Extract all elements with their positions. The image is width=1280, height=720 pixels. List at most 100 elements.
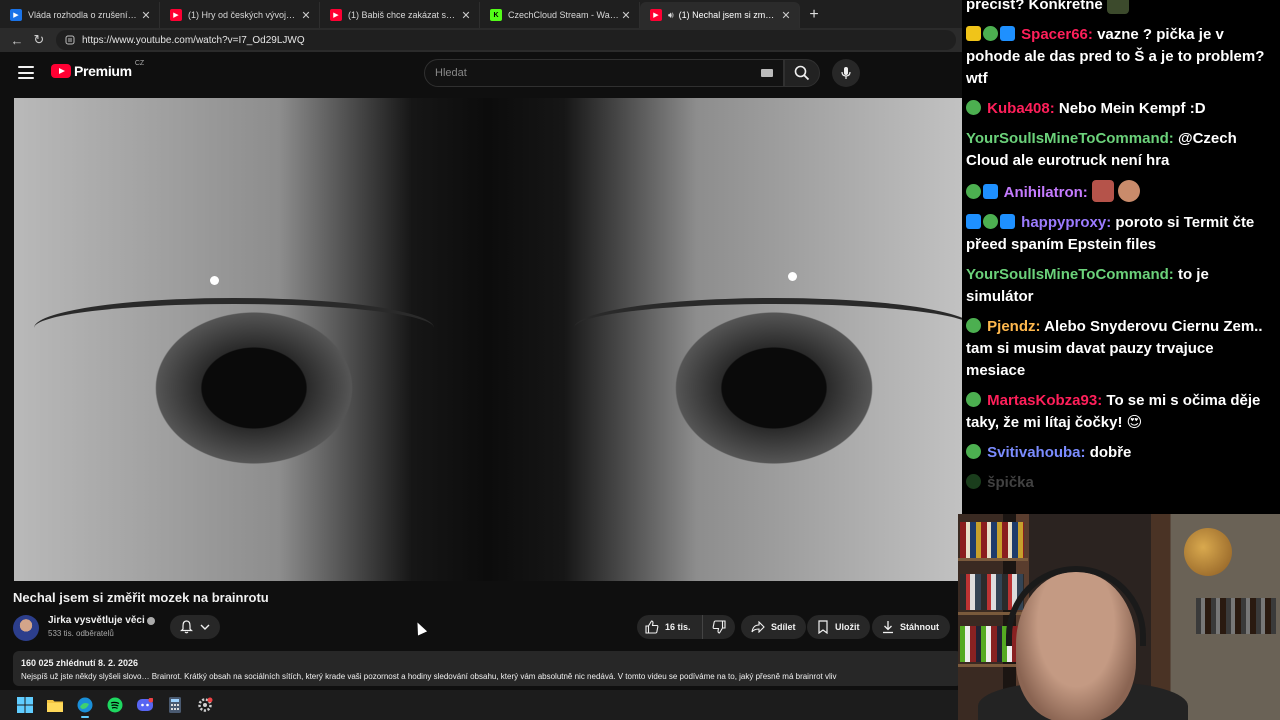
spotify-icon[interactable]	[100, 690, 130, 720]
channel-avatar[interactable]	[13, 615, 39, 641]
description-box[interactable]: 160 025 zhlédnutí 8. 2. 2026 Nejspíš už …	[13, 651, 962, 686]
subscribed-notifications-button[interactable]	[170, 615, 220, 639]
video-title: Nechal jsem si změřit mozek na brainrotu	[13, 590, 269, 605]
webcam-detail	[960, 522, 1024, 558]
browser-tab[interactable]: K CzechCloud Stream - Watch Live o ✕	[480, 2, 640, 28]
like-count: 16 tis.	[665, 622, 691, 632]
chevron-down-icon	[200, 624, 210, 630]
keyboard-icon[interactable]	[761, 69, 773, 77]
download-button[interactable]: Stáhnout	[872, 615, 950, 639]
dislike-button[interactable]	[703, 620, 735, 634]
file-explorer-icon[interactable]	[40, 690, 70, 720]
tab-close-icon[interactable]: ✕	[459, 9, 473, 22]
leaf-badge-icon	[966, 100, 981, 115]
tab-close-icon[interactable]: ✕	[619, 9, 633, 22]
bookmark-icon	[817, 620, 829, 634]
description-text: Nejspíš už jste někdy slyšeli slovo… Bra…	[21, 672, 837, 681]
share-icon	[751, 621, 765, 633]
search-placeholder: Hledat	[435, 67, 467, 79]
chat-username[interactable]: happyproxy	[1021, 214, 1106, 231]
chat-username[interactable]: Kuba408	[987, 100, 1050, 117]
thumbs-down-icon	[712, 620, 726, 634]
chat-username[interactable]: Svitivahouba	[987, 444, 1080, 461]
leaf-badge-icon	[966, 318, 981, 333]
browser-tab[interactable]: ▶ Vláda rozhodla o zrušení Národ ✕	[0, 2, 160, 28]
chat-message: Spacer66: vazne ? pička je v pohode ale …	[966, 26, 1265, 87]
chat-message: MartasKobza93: To se mi s očima děje tak…	[966, 392, 1261, 431]
search-button[interactable]	[784, 59, 820, 87]
emote-icon	[1117, 180, 1140, 202]
logo-text: Premium	[74, 63, 132, 79]
chat-message: Anihilatron:	[966, 180, 1274, 204]
chat-username[interactable]: Anihilatron	[1004, 184, 1083, 201]
tab-close-icon[interactable]: ✕	[299, 9, 313, 22]
bell-icon	[179, 620, 193, 634]
video-frame-detail	[788, 272, 797, 281]
video-frame-detail	[210, 276, 219, 285]
tab-favicon-icon: ▶	[650, 9, 662, 21]
leaf-badge-icon	[983, 26, 998, 41]
tab-title: (1) Nechal jsem si změřit moz	[678, 10, 779, 20]
settings-app-icon[interactable]	[190, 690, 220, 720]
search-input[interactable]: Hledat	[424, 59, 784, 87]
url-field[interactable]: https://www.youtube.com/watch?v=I7_Od29L…	[56, 30, 956, 50]
browser-tab-active[interactable]: ▶ 🔊︎ (1) Nechal jsem si změřit moz ✕	[640, 2, 800, 28]
video-frame-detail	[574, 298, 962, 358]
chat-username[interactable]: YourSoulIsMineToCommand	[966, 266, 1169, 283]
tab-audio-icon[interactable]: 🔊︎	[668, 10, 674, 21]
chat-username[interactable]: MartasKobza93	[987, 392, 1097, 409]
browser-tab[interactable]: ▶ (1) Babiš chce zakázat sociální sítě ✕	[320, 2, 480, 28]
calculator-icon[interactable]	[160, 690, 190, 720]
edge-browser-icon[interactable]	[70, 690, 100, 720]
discord-icon[interactable]	[130, 690, 160, 720]
views-and-date: 160 025 zhlédnutí 8. 2. 2026	[21, 658, 139, 668]
menu-icon[interactable]	[18, 66, 34, 79]
tab-title: CzechCloud Stream - Watch Live o	[508, 10, 619, 20]
chat-message-text: špička	[987, 474, 1034, 491]
new-tab-button[interactable]: +	[800, 2, 828, 28]
browser-tab[interactable]: ▶ (1) Hry od českých vývojářů dobyv ✕	[160, 2, 320, 28]
chat-username[interactable]: Pjendz	[987, 318, 1035, 335]
back-icon[interactable]: ←	[6, 30, 28, 50]
mouse-cursor-icon	[412, 620, 428, 636]
tab-title: (1) Babiš chce zakázat sociální sítě	[348, 10, 459, 20]
chat-message-text: dobře	[1089, 444, 1132, 461]
download-icon	[882, 620, 894, 634]
save-button[interactable]: Uložit	[807, 615, 870, 639]
address-bar: ← ↻ https://www.youtube.com/watch?v=I7_O…	[0, 28, 962, 52]
logo-country-code: CZ	[134, 59, 145, 67]
leaf-badge-icon	[966, 474, 981, 489]
reload-icon[interactable]: ↻	[28, 30, 50, 50]
chat-message: YourSoulIsMineToCommand: @Czech Cloud al…	[966, 130, 1237, 169]
voice-search-button[interactable]	[832, 59, 860, 87]
windows-taskbar	[0, 690, 962, 720]
youtube-play-icon	[51, 64, 71, 78]
streamer-webcam	[958, 514, 1280, 720]
search-icon	[794, 65, 810, 81]
webcam-detail	[1196, 598, 1276, 634]
site-info-icon[interactable]	[64, 34, 76, 46]
share-button[interactable]: Sdílet	[741, 615, 806, 639]
tab-title: Vláda rozhodla o zrušení Národ	[28, 10, 139, 20]
stream-chat-panel: precist? Konkretne Spacer66: vazne ? pič…	[962, 0, 1280, 514]
chat-username[interactable]: Spacer66	[1021, 26, 1088, 43]
webcam-detail	[1006, 566, 1146, 646]
chat-message: Svitivahouba: dobře	[966, 442, 1274, 464]
tab-favicon-icon: ▶	[170, 9, 182, 21]
url-text: https://www.youtube.com/watch?v=I7_Od29L…	[82, 34, 305, 46]
windows-start-icon[interactable]	[10, 690, 40, 720]
like-button[interactable]: 16 tis.	[637, 615, 703, 639]
emote-icon	[1091, 180, 1114, 202]
youtube-premium-logo[interactable]: Premium CZ	[51, 59, 145, 79]
video-player[interactable]	[14, 98, 962, 581]
chat-message: YourSoulIsMineToCommand: to je simulátor	[966, 266, 1209, 305]
tab-favicon-icon: ▶	[330, 9, 342, 21]
leaf-badge-icon	[966, 444, 981, 459]
tab-close-icon[interactable]: ✕	[139, 9, 153, 22]
subscriber-count: 533 tis. odběratelů	[48, 629, 114, 638]
channel-name[interactable]: Jirka vysvětluje věci	[48, 615, 145, 626]
tab-close-icon[interactable]: ✕	[779, 9, 793, 22]
chat-username[interactable]: YourSoulIsMineToCommand	[966, 130, 1169, 147]
chat-message: precist? Konkretne	[966, 0, 1274, 16]
verified-badge-icon	[147, 617, 155, 625]
